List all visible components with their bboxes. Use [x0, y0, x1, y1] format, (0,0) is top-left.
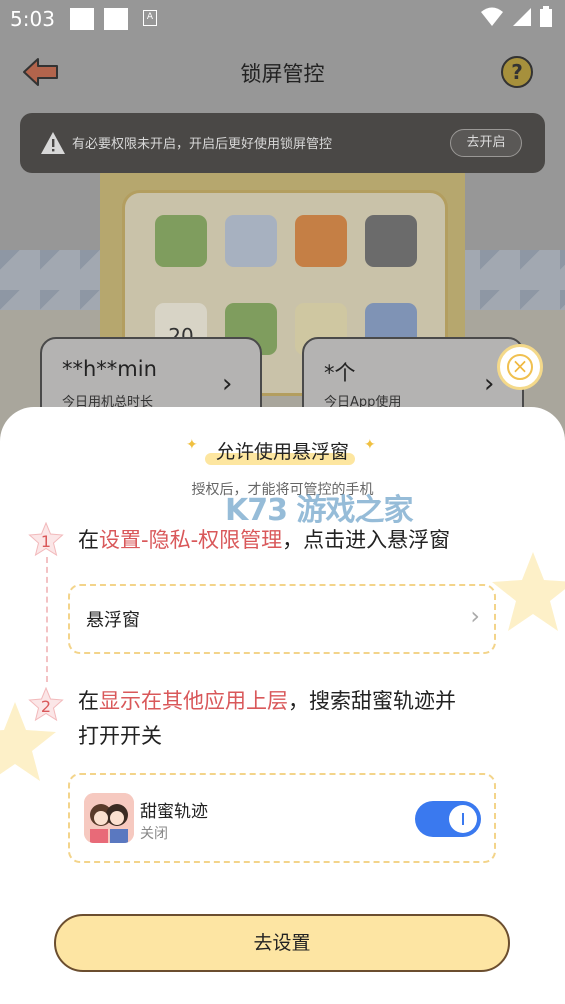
toggle-knob — [449, 805, 477, 833]
sheet-title: 允许使用悬浮窗 — [215, 441, 349, 463]
step-1-highlight: 设置-隐私-权限管理 — [99, 528, 283, 552]
step-1-number: 1 — [41, 532, 51, 551]
warning-icon — [41, 132, 65, 154]
page-title: 锁屏管控 — [240, 62, 325, 86]
go-to-settings-button[interactable]: 去设置 — [54, 914, 510, 972]
floating-window-setting-row[interactable]: 悬浮窗 › — [68, 584, 496, 654]
app-name: 甜蜜轨迹 — [140, 802, 208, 822]
help-button[interactable]: ? — [501, 56, 533, 88]
floating-window-toggle[interactable] — [415, 801, 481, 837]
step-2-text: 在显示在其他应用上层，搜索甜蜜轨迹并 — [78, 683, 456, 719]
browser-app-icon — [225, 215, 277, 267]
chevron-right-icon: › — [222, 369, 233, 399]
notification-icon — [70, 8, 94, 30]
step-1-text: 在设置-隐私-权限管理，点击进入悬浮窗 — [78, 522, 450, 558]
wifi-icon — [481, 7, 504, 26]
close-icon: × — [507, 354, 533, 380]
step-1-badge: 1 — [28, 522, 64, 557]
app-icon — [84, 793, 134, 843]
permission-sheet: ✦ ✦ 允许使用悬浮窗 授权后，才能将可管控的手机 K73 游戏之家 1 在设置… — [0, 407, 565, 1004]
notification-icon — [104, 8, 128, 30]
app-toggle-row: 甜蜜轨迹 关闭 — [68, 773, 496, 863]
step-2-highlight: 显示在其他应用上层 — [99, 689, 288, 713]
status-time: 5:03 — [10, 7, 55, 31]
screen: 20 5:03 A 锁屏管控 ? 有必要权限未开启，开启后更好使用锁屏管控 去开… — [0, 0, 565, 1004]
step-connector — [46, 557, 48, 682]
chevron-right-icon: › — [484, 369, 495, 399]
step-1-suffix: ，点击进入悬浮窗 — [282, 528, 451, 552]
star-decoration-icon — [492, 552, 565, 631]
stat-value: *个 — [324, 361, 356, 385]
permission-banner: 有必要权限未开启，开启后更好使用锁屏管控 去开启 — [20, 113, 545, 173]
step-2-prefix: 在 — [78, 689, 99, 713]
banner-text: 有必要权限未开启，开启后更好使用锁屏管控 — [72, 137, 333, 152]
close-sheet-button[interactable]: × — [497, 344, 543, 390]
status-icons — [480, 6, 553, 33]
step-2-suffix: ，搜索甜蜜轨迹并 — [288, 689, 456, 713]
signal-icon — [512, 8, 531, 26]
battery-icon — [540, 6, 552, 27]
help-icon: ? — [511, 60, 523, 84]
couple-avatar-icon — [84, 793, 134, 843]
step-2-badge: 2 — [28, 687, 64, 722]
clock-app-icon — [365, 215, 417, 267]
phone-app-icon — [155, 215, 207, 267]
text-icon: A — [143, 10, 157, 26]
contacts-app-icon — [295, 215, 347, 267]
step-1-prefix: 在 — [78, 528, 99, 552]
step-2-number: 2 — [41, 697, 51, 716]
status-bar: 5:03 A — [0, 0, 565, 38]
app-status: 关闭 — [140, 826, 168, 842]
chevron-right-icon: › — [470, 602, 480, 630]
setting-row-label: 悬浮窗 — [86, 610, 140, 631]
stat-value: **h**min — [62, 357, 157, 381]
enable-permission-button[interactable]: 去开启 — [450, 129, 522, 157]
step-2-text-line2: 打开开关 — [78, 724, 162, 748]
